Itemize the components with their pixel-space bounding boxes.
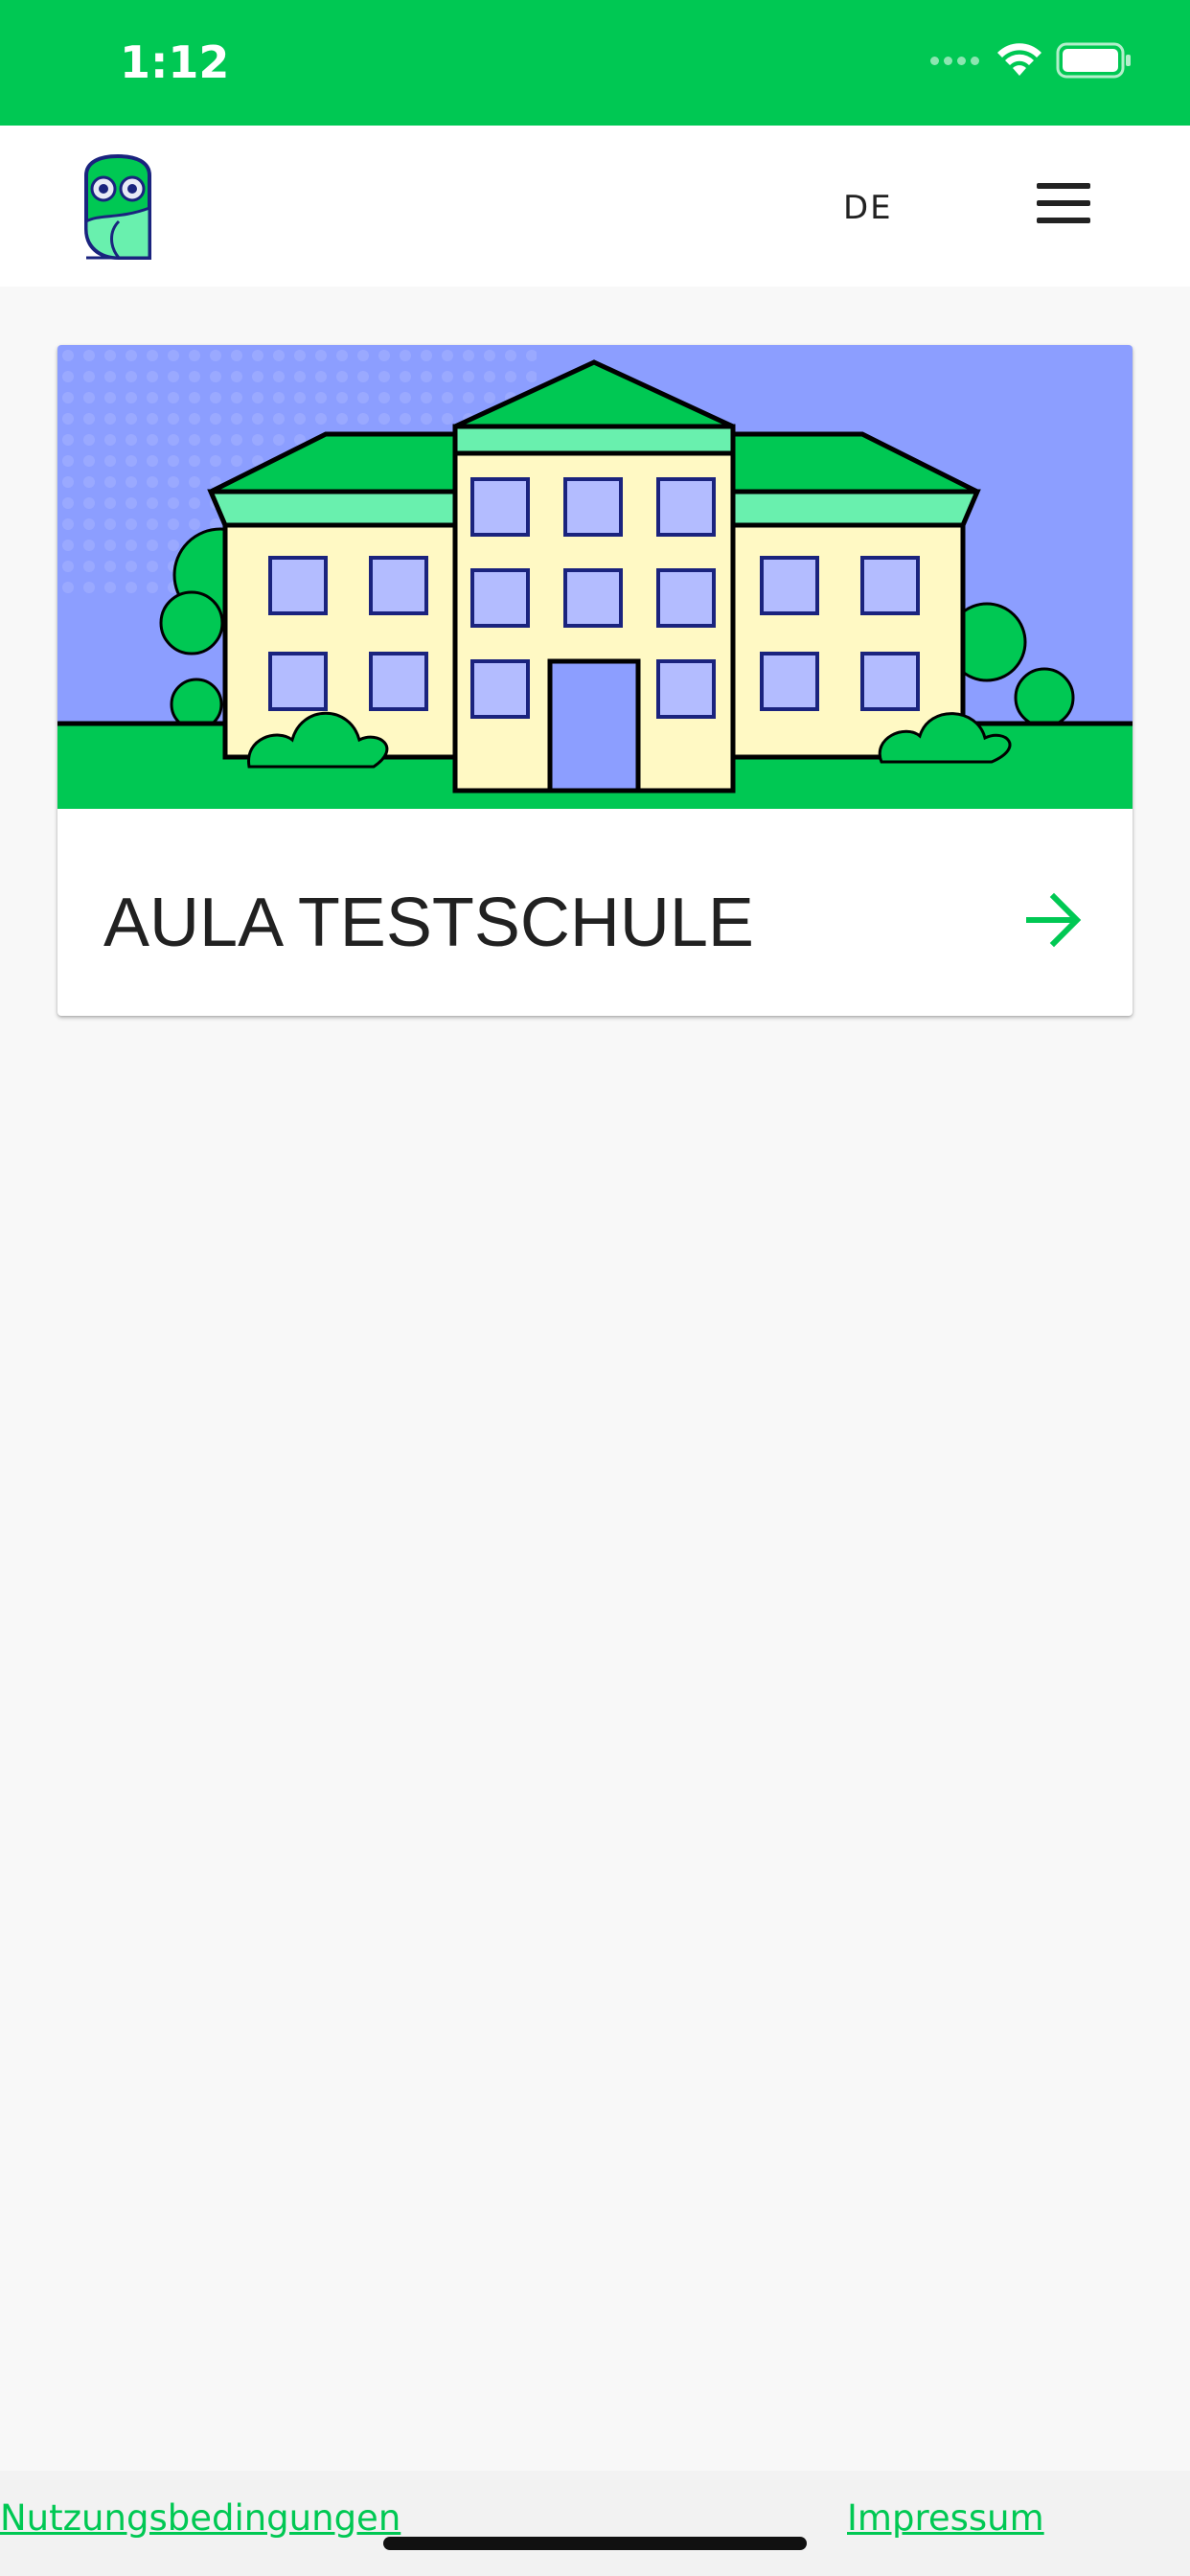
arrow-right-icon[interactable] [1025, 891, 1083, 949]
terms-link[interactable]: Nutzungsbedingungen [0, 2497, 400, 2539]
school-name: AULA TESTSCHULE [103, 885, 754, 961]
home-indicator[interactable] [383, 2537, 807, 2550]
owl-logo-icon[interactable] [80, 154, 155, 262]
footer: Nutzungsbedingungen Impressum [0, 2471, 1190, 2576]
battery-icon [1056, 42, 1131, 79]
hamburger-menu-icon[interactable] [1031, 183, 1098, 235]
imprint-link[interactable]: Impressum [847, 2497, 1044, 2539]
language-switch-button[interactable]: DE [843, 189, 910, 227]
status-time: 1:12 [120, 36, 230, 88]
wifi-icon [997, 43, 1041, 76]
school-building-illustration [57, 345, 1133, 809]
status-icons [930, 42, 1133, 79]
school-card[interactable]: AULA TESTSCHULE [57, 345, 1133, 1016]
signal-icon [930, 56, 979, 65]
app-header: DE [0, 126, 1190, 287]
status-bar: 1:12 [0, 0, 1190, 126]
